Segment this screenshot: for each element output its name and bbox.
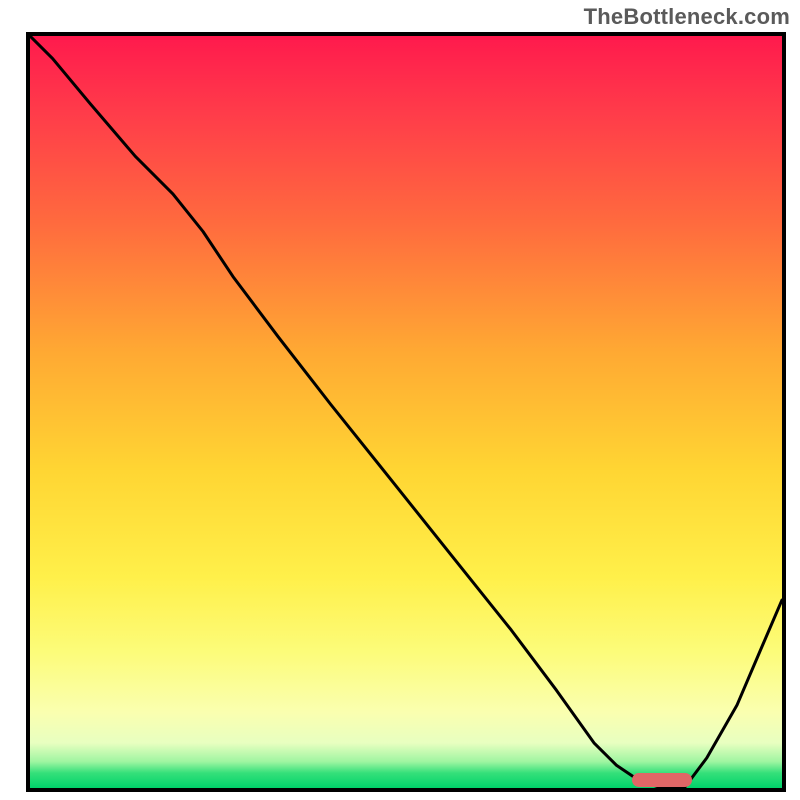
chart-area: [26, 32, 786, 792]
heatmap-gradient: [30, 36, 782, 788]
optimal-range-marker: [632, 773, 692, 787]
watermark-text: TheBottleneck.com: [584, 4, 790, 30]
